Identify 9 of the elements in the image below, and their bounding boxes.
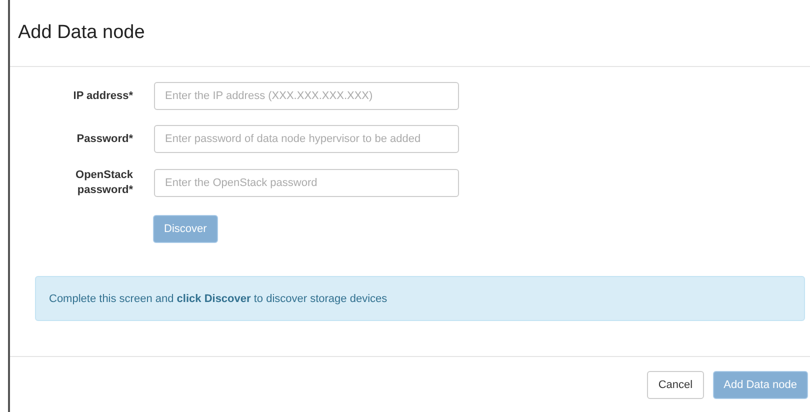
input-field[interactable]: Enter password of data node hypervisor to be added xyxy=(154,125,459,153)
input-field[interactable]: Enter the OpenStack password xyxy=(154,169,459,197)
input-field[interactable]: Enter the IP address (XXX.XXX.XXX.XXX) xyxy=(154,82,459,110)
cancel-button[interactable]: Cancel xyxy=(647,370,704,398)
field-label: Password* xyxy=(76,132,133,146)
field-label: OpenStack password* xyxy=(74,168,133,198)
field-label: IP address* xyxy=(72,88,133,104)
info-text: Complete this screen and click Discover to discover storage devices xyxy=(49,292,388,304)
dialog-title: Add Data node xyxy=(18,22,145,44)
